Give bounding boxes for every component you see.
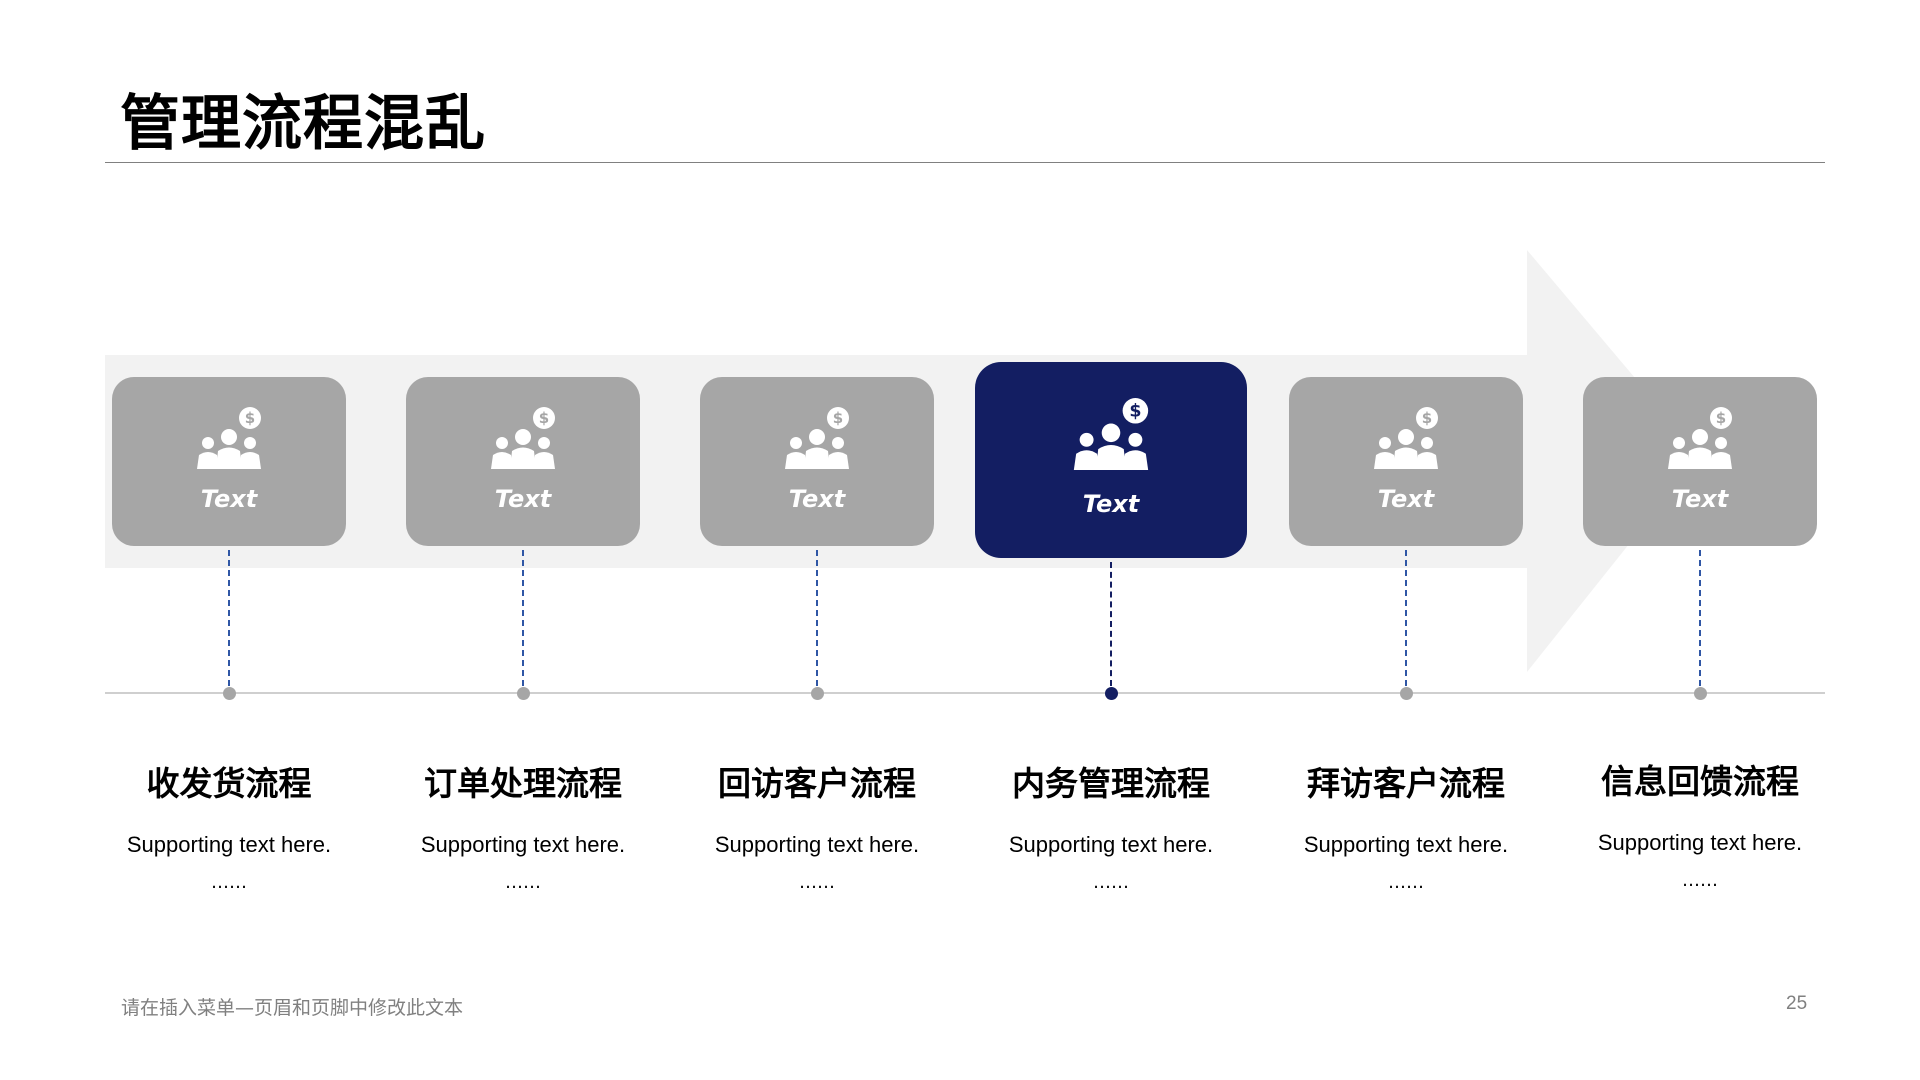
timeline-dot (1400, 687, 1413, 700)
svg-text:$: $ (833, 409, 843, 427)
timeline-dot (811, 687, 824, 700)
dashed-connector (816, 550, 818, 686)
people-dollar-icon: $ (1072, 398, 1150, 474)
svg-text:$: $ (245, 409, 255, 427)
card-label: Text (1671, 485, 1729, 513)
timeline-dot (517, 687, 530, 700)
step-supporting-text: Supporting text here. (420, 832, 626, 857)
timeline-line (105, 692, 1825, 694)
step-ellipsis: …… (1093, 872, 1129, 893)
dashed-connector (1110, 562, 1112, 686)
step-card-active[interactable]: $ Text (975, 362, 1247, 558)
page-number: 25 (1786, 993, 1808, 1014)
svg-text:$: $ (1129, 402, 1141, 422)
step-title: 内务管理流程 (1012, 764, 1210, 803)
step-supporting-text: Supporting text here. (714, 832, 920, 857)
people-dollar-icon: $ (1667, 407, 1733, 473)
step-supporting-text: Supporting text here. (126, 832, 332, 857)
step-card[interactable]: $ Text (1289, 377, 1523, 546)
step-card[interactable]: $ Text (700, 377, 934, 546)
timeline-dot (223, 687, 236, 700)
step-ellipsis: …… (1682, 870, 1718, 891)
step-supporting-text: Supporting text here. (1597, 830, 1803, 855)
timeline-dot-active (1105, 687, 1118, 700)
step-ellipsis: …… (211, 872, 247, 893)
svg-text:$: $ (1716, 409, 1726, 427)
people-dollar-icon: $ (784, 407, 850, 473)
people-dollar-icon: $ (490, 407, 556, 473)
card-label: Text (788, 485, 846, 513)
step-title: 拜访客户流程 (1307, 764, 1505, 803)
dashed-connector (1699, 550, 1701, 686)
card-label: Text (1377, 485, 1435, 513)
people-dollar-icon: $ (1373, 407, 1439, 473)
card-label: Text (200, 485, 258, 513)
step-ellipsis: …… (799, 872, 835, 893)
step-supporting-text: Supporting text here. (1303, 832, 1509, 857)
step-card[interactable]: $ Text (1583, 377, 1817, 546)
step-supporting-text: Supporting text here. (1008, 832, 1214, 857)
step-title: 回访客户流程 (718, 764, 916, 803)
step-ellipsis: …… (1388, 872, 1424, 893)
card-label: Text (1082, 490, 1140, 518)
people-dollar-icon: $ (196, 407, 262, 473)
step-ellipsis: …… (505, 872, 541, 893)
svg-text:$: $ (539, 409, 549, 427)
step-title: 信息回馈流程 (1601, 762, 1799, 801)
footer-note: 请在插入菜单—页眉和页脚中修改此文本 (121, 997, 464, 1019)
card-label: Text (494, 485, 552, 513)
dashed-connector (1405, 550, 1407, 686)
dashed-connector (522, 550, 524, 686)
timeline-dot (1694, 687, 1707, 700)
svg-text:$: $ (1422, 409, 1432, 427)
step-title: 收发货流程 (146, 764, 312, 803)
step-card[interactable]: $ Text (112, 377, 346, 546)
dashed-connector (228, 550, 230, 686)
step-card[interactable]: $ Text (406, 377, 640, 546)
step-title: 订单处理流程 (424, 764, 622, 803)
